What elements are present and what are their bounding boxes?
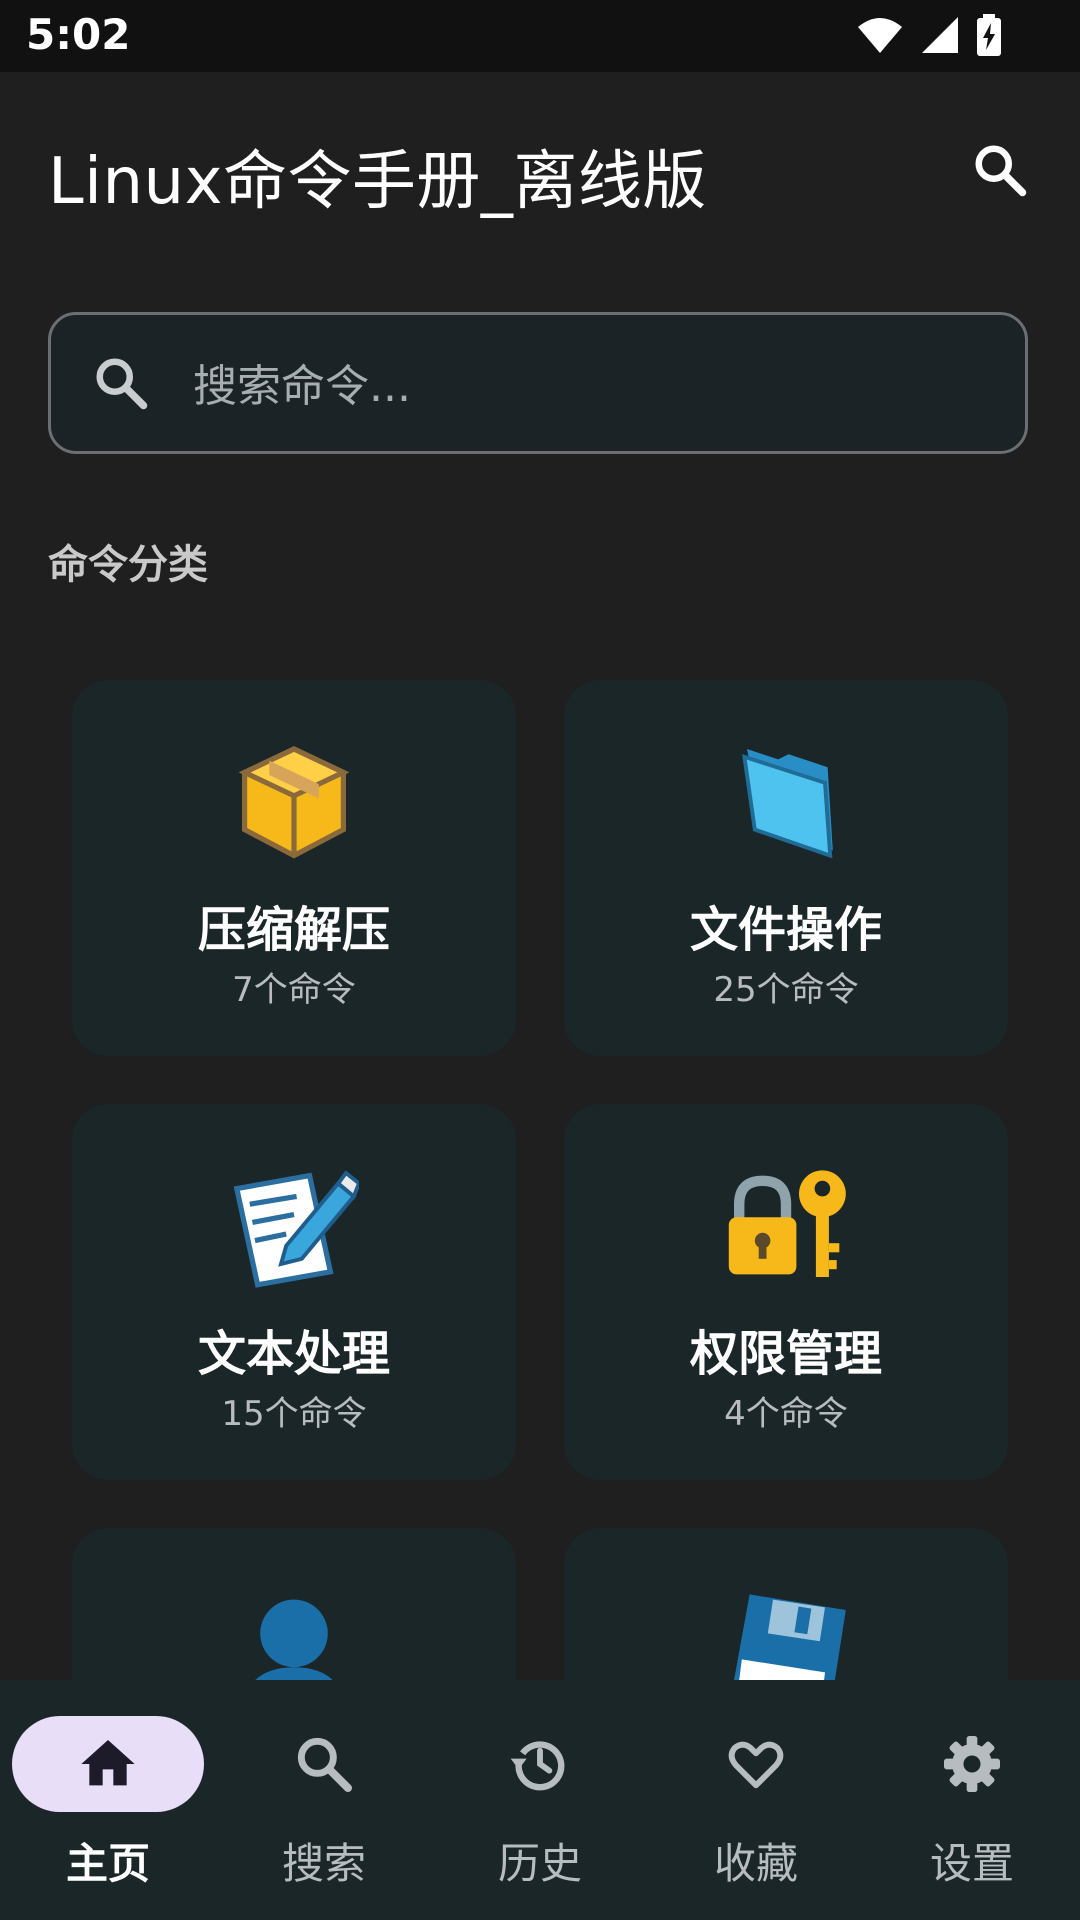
nav-item-settings[interactable]: 设置 bbox=[864, 1680, 1080, 1920]
lock-key-icon bbox=[728, 1170, 846, 1277]
category-card-storage[interactable] bbox=[564, 1528, 1008, 1680]
category-card-text[interactable]: 文本处理 15个命令 bbox=[72, 1104, 516, 1480]
nav-label: 收藏 bbox=[713, 1839, 798, 1888]
nav-label: 搜索 bbox=[281, 1839, 366, 1888]
category-count: 25个命令 bbox=[713, 970, 859, 1010]
category-card-file-ops[interactable]: 文件操作 25个命令 bbox=[564, 680, 1008, 1056]
category-card-compression[interactable]: 压缩解压 7个命令 bbox=[72, 680, 516, 1056]
category-grid: 压缩解压 7个命令 文件操作 25个命令 文本处理 15个命令 权限管理 4个命… bbox=[72, 680, 1008, 1680]
folder-icon bbox=[742, 749, 833, 859]
bottom-navigation: 主页 搜索 历史 收藏 设置 bbox=[0, 1680, 1080, 1920]
history-icon bbox=[510, 1741, 565, 1791]
package-box-icon bbox=[238, 746, 350, 859]
floppy-disk-icon bbox=[734, 1594, 846, 1680]
category-name: 文本处理 bbox=[197, 1326, 390, 1382]
search-field[interactable] bbox=[48, 312, 1028, 454]
status-time: 5:02 bbox=[26, 10, 131, 59]
search-input[interactable] bbox=[191, 345, 975, 427]
nav-item-history[interactable]: 历史 bbox=[432, 1680, 648, 1920]
section-title: 命令分类 bbox=[48, 542, 208, 588]
gear-icon bbox=[944, 1736, 1000, 1792]
nav-item-favorites[interactable]: 收藏 bbox=[648, 1680, 864, 1920]
cellular-signal-icon bbox=[922, 17, 958, 53]
app-bar-search-button[interactable] bbox=[964, 134, 1036, 206]
search-icon bbox=[297, 1737, 352, 1792]
category-count: 15个命令 bbox=[221, 1394, 367, 1434]
category-count: 7个命令 bbox=[232, 970, 356, 1010]
memo-pencil-icon bbox=[233, 1170, 359, 1288]
category-name: 权限管理 bbox=[689, 1326, 882, 1382]
category-count: 4个命令 bbox=[724, 1394, 848, 1434]
category-card-permissions[interactable]: 权限管理 4个命令 bbox=[564, 1104, 1008, 1480]
home-icon bbox=[81, 1740, 135, 1786]
battery-charging-icon bbox=[977, 14, 1001, 56]
app-title: Linux命令手册_离线版 bbox=[48, 145, 707, 219]
nav-label: 设置 bbox=[929, 1839, 1014, 1888]
search-icon bbox=[975, 145, 1027, 197]
nav-item-home[interactable]: 主页 bbox=[0, 1680, 216, 1920]
category-card-users[interactable] bbox=[72, 1528, 516, 1680]
nav-label: 历史 bbox=[497, 1839, 582, 1888]
category-name: 文件操作 bbox=[689, 902, 882, 958]
status-bar: 5:02 bbox=[0, 0, 1080, 72]
status-icons bbox=[856, 14, 1002, 56]
app-bar: Linux命令手册_离线版 bbox=[0, 72, 1080, 262]
nav-item-search[interactable]: 搜索 bbox=[216, 1680, 432, 1920]
search-icon bbox=[96, 358, 148, 410]
category-name: 压缩解压 bbox=[197, 902, 390, 958]
wifi-icon bbox=[858, 18, 902, 53]
user-silhouette-icon bbox=[255, 1599, 333, 1680]
nav-label: 主页 bbox=[65, 1839, 150, 1888]
heart-icon bbox=[728, 1741, 784, 1789]
